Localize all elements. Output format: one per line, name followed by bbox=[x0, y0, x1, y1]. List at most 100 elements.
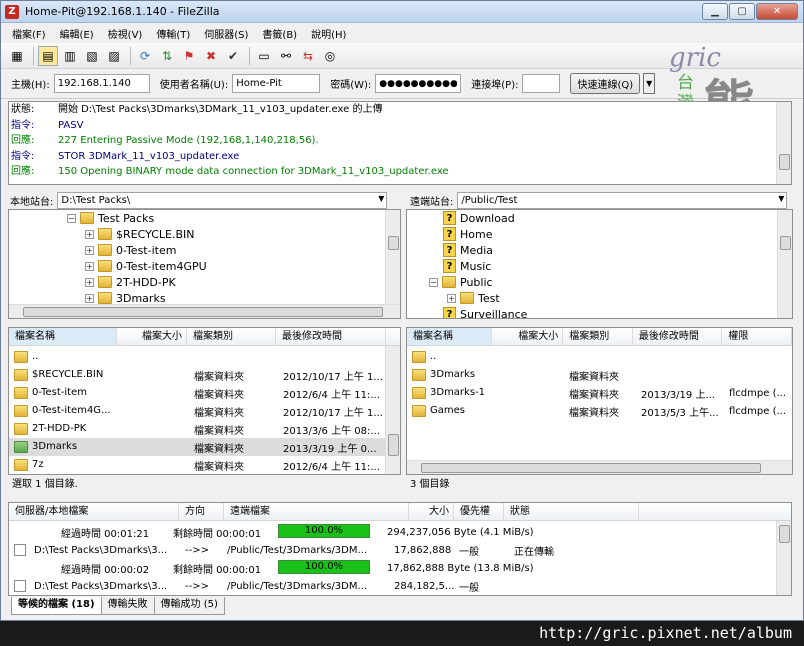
scroll-thumb[interactable] bbox=[421, 463, 761, 473]
toggle-log-icon[interactable]: ▤ bbox=[38, 45, 58, 66]
log-scroll-thumb[interactable] bbox=[779, 154, 790, 170]
tab-failed-transfers[interactable]: 傳輸失敗 bbox=[100, 597, 155, 615]
file-row[interactable]: 3Dmarks-1 檔案資料夾 2013/3/19 上... flcdmpe (... bbox=[407, 384, 789, 402]
local-tree-node[interactable]: +2T-HDD-PK bbox=[85, 274, 176, 290]
remote-list-hscroll[interactable] bbox=[407, 460, 792, 474]
local-tree-hscroll[interactable] bbox=[9, 304, 400, 318]
col-size[interactable]: 大小 bbox=[409, 503, 454, 520]
file-row[interactable]: 7z 檔案資料夾 2012/6/4 上午 11:... bbox=[9, 456, 383, 474]
col-filename[interactable]: 檔案名稱 bbox=[9, 328, 117, 345]
local-tree-node[interactable]: + $RECYCLE.BIN bbox=[85, 226, 194, 242]
remote-tree-node[interactable]: ? Media bbox=[443, 242, 493, 258]
file-row[interactable]: .. bbox=[9, 348, 194, 366]
file-row[interactable]: $RECYCLE.BIN 檔案資料夾 2012/10/17 上午 1... bbox=[9, 366, 383, 384]
local-path-combo[interactable]: D:\Test Packs\ ▼ bbox=[57, 191, 388, 209]
log-scrollbar[interactable] bbox=[776, 102, 791, 184]
scroll-thumb[interactable] bbox=[23, 307, 383, 317]
col-filetype[interactable]: 檔案類別 bbox=[187, 328, 276, 345]
menu-transfer[interactable]: 傳輸(T) bbox=[149, 26, 197, 41]
menu-bookmarks[interactable]: 書籤(B) bbox=[255, 26, 304, 41]
toggle-remote-tree-icon[interactable]: ▧ bbox=[82, 46, 102, 66]
toggle-queue-icon[interactable]: ▨ bbox=[104, 46, 124, 66]
expand-icon[interactable]: + bbox=[85, 245, 94, 255]
col-filetype[interactable]: 檔案類別 bbox=[563, 328, 633, 345]
minimize-button[interactable]: ▁ bbox=[702, 3, 728, 20]
port-input[interactable] bbox=[522, 74, 561, 93]
reconnect-icon[interactable]: ✔ bbox=[223, 46, 243, 66]
col-modified[interactable]: 最後修改時間 bbox=[276, 328, 386, 345]
col-filesize[interactable]: 檔案大小 bbox=[492, 328, 564, 345]
quickconnect-button[interactable]: 快速連線(Q) bbox=[570, 73, 641, 94]
file-row-selected[interactable]: 3Dmarks 檔案資料夾 2013/3/19 上午 0... bbox=[9, 438, 386, 456]
file-row[interactable]: 0-Test-item 檔案資料夾 2012/6/4 上午 11:... bbox=[9, 384, 383, 402]
col-priority[interactable]: 優先權 bbox=[454, 503, 504, 520]
compare-icon[interactable]: ⚯ bbox=[276, 46, 296, 66]
file-row[interactable]: 0-Test-item4G... 檔案資料夾 2012/10/17 上午 1... bbox=[9, 402, 383, 420]
col-filename[interactable]: 檔案名稱 bbox=[407, 328, 492, 345]
local-tree-node[interactable]: +0-Test-item bbox=[85, 242, 176, 258]
remote-path-dropdown-icon[interactable]: ▼ bbox=[778, 194, 784, 203]
remote-tree-vscroll[interactable] bbox=[777, 210, 792, 318]
col-modified[interactable]: 最後修改時間 bbox=[633, 328, 723, 345]
file-row[interactable]: Games 檔案資料夾 2013/5/3 上午... flcdmpe (... bbox=[407, 402, 789, 420]
col-status[interactable]: 狀態 bbox=[504, 503, 639, 520]
menu-help[interactable]: 說明(H) bbox=[304, 26, 353, 41]
menu-view[interactable]: 檢視(V) bbox=[101, 26, 150, 41]
col-filesize[interactable]: 檔案大小 bbox=[117, 328, 187, 345]
expand-icon[interactable]: + bbox=[85, 277, 94, 287]
col-server-local[interactable]: 伺服器/本地檔案 bbox=[9, 503, 179, 520]
password-input[interactable] bbox=[375, 74, 462, 93]
file-row[interactable]: .. bbox=[407, 348, 569, 366]
col-permissions[interactable]: 權限 bbox=[722, 328, 792, 345]
local-tree-node[interactable]: +0-Test-item4GPU bbox=[85, 258, 207, 274]
username-input[interactable] bbox=[232, 74, 321, 93]
tab-queued-files[interactable]: 等候的檔案 (18) bbox=[11, 597, 102, 615]
scroll-thumb[interactable] bbox=[388, 236, 399, 250]
file-row[interactable]: 2T-HDD-PK 檔案資料夾 2013/3/6 上午 08:... bbox=[9, 420, 383, 438]
cancel-icon[interactable]: ⚑ bbox=[179, 46, 199, 66]
menu-file[interactable]: 檔案(F) bbox=[5, 26, 53, 41]
remote-tree-node[interactable]: − Public bbox=[429, 274, 493, 290]
queue-vscroll[interactable] bbox=[776, 521, 791, 595]
local-list-vscroll[interactable] bbox=[385, 346, 400, 474]
col-direction[interactable]: 方向 bbox=[179, 503, 224, 520]
sync-browse-icon[interactable]: ⇆ bbox=[298, 46, 318, 66]
close-button[interactable]: ✕ bbox=[756, 3, 798, 20]
local-tree-node[interactable]: − Test Packs bbox=[67, 210, 154, 226]
queue-file-row[interactable]: D:\Test Packs\3Dmarks\3... -->> /Public/… bbox=[9, 577, 777, 595]
local-tree-vscroll[interactable] bbox=[385, 210, 400, 304]
col-remote-file[interactable]: 遠端檔案 bbox=[224, 503, 409, 520]
queue-row-checkbox[interactable] bbox=[14, 580, 26, 592]
site-manager-icon[interactable]: ▦ bbox=[7, 46, 27, 66]
process-queue-icon[interactable]: ⇅ bbox=[157, 46, 177, 66]
expand-icon[interactable]: + bbox=[85, 229, 94, 239]
search-icon[interactable]: ◎ bbox=[320, 46, 340, 66]
collapse-icon[interactable]: − bbox=[67, 213, 76, 223]
menu-server[interactable]: 伺服器(S) bbox=[197, 26, 255, 41]
expand-icon[interactable]: + bbox=[85, 293, 94, 303]
remote-path-combo[interactable]: /Public/Test ▼ bbox=[457, 191, 788, 209]
toggle-tree-icon[interactable]: ▥ bbox=[60, 46, 80, 66]
local-path-dropdown-icon[interactable]: ▼ bbox=[378, 194, 384, 203]
filter-icon[interactable]: ▭ bbox=[254, 46, 274, 66]
remote-tree-node[interactable]: ? Download bbox=[443, 210, 515, 226]
maximize-button[interactable]: ▢ bbox=[729, 3, 755, 20]
expand-icon[interactable]: + bbox=[85, 261, 94, 271]
remote-tree-node[interactable]: + Test bbox=[447, 290, 500, 306]
queue-file-row[interactable]: D:\Test Packs\3Dmarks\3... -->> /Public/… bbox=[9, 541, 777, 559]
host-input[interactable] bbox=[53, 74, 150, 93]
refresh-icon[interactable]: ⟳ bbox=[135, 46, 155, 66]
menu-edit[interactable]: 編輯(E) bbox=[53, 26, 101, 41]
quickconnect-dropdown-icon[interactable]: ▼ bbox=[643, 73, 656, 94]
tab-successful-transfers[interactable]: 傳輸成功 (5) bbox=[153, 597, 225, 615]
file-row[interactable]: 3Dmarks 檔案資料夾 bbox=[407, 366, 639, 384]
scroll-thumb[interactable] bbox=[779, 525, 790, 543]
scroll-thumb[interactable] bbox=[780, 236, 791, 250]
scroll-thumb[interactable] bbox=[388, 434, 399, 456]
collapse-icon[interactable]: − bbox=[429, 277, 438, 287]
remote-tree-node[interactable]: ? Home bbox=[443, 226, 492, 242]
disconnect-icon[interactable]: ✖ bbox=[201, 46, 221, 66]
queue-row-checkbox[interactable] bbox=[14, 544, 26, 556]
remote-tree-node[interactable]: ? Music bbox=[443, 258, 491, 274]
remote-tree-node[interactable]: ? Surveillance bbox=[443, 306, 527, 318]
